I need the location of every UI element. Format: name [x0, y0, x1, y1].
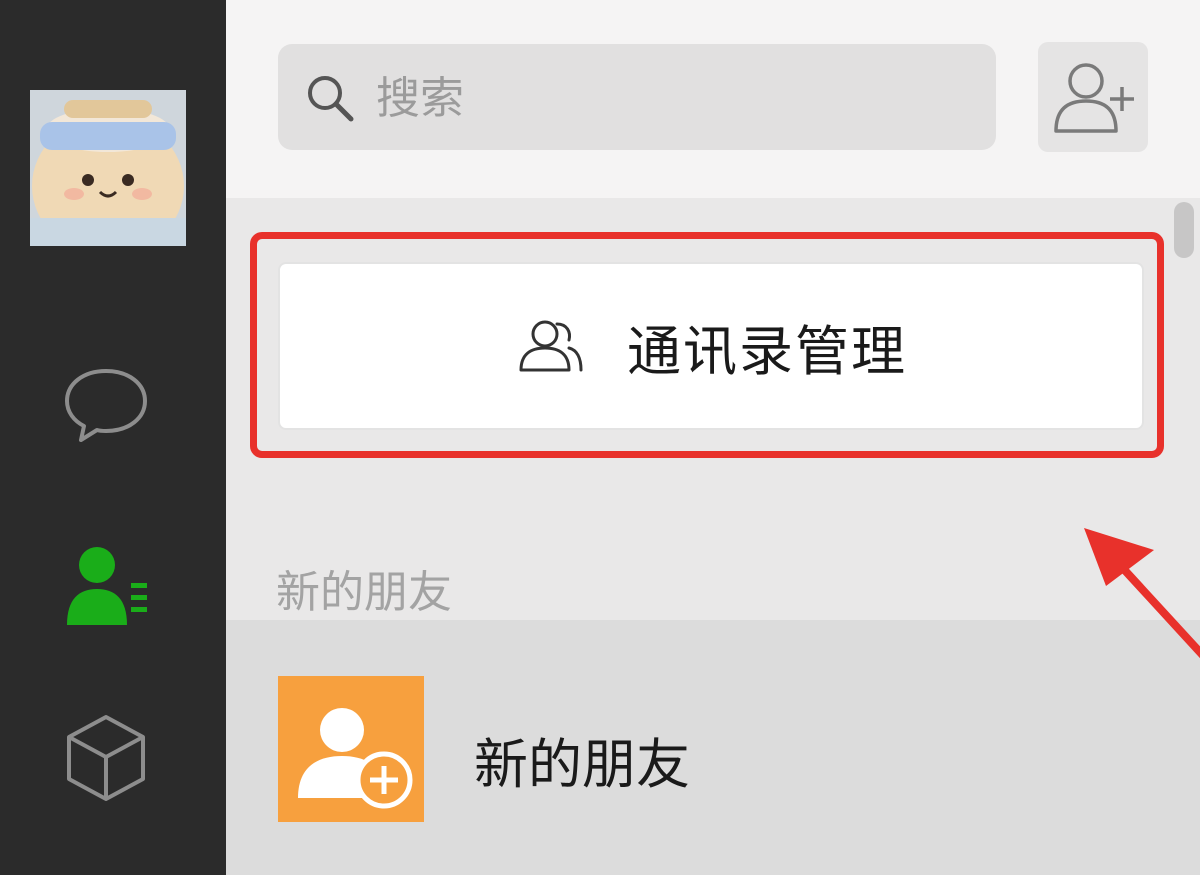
scrollbar-thumb[interactable]: [1174, 202, 1194, 258]
search-box[interactable]: [278, 44, 996, 150]
contacts-manage-label: 通讯录管理: [627, 319, 907, 383]
contacts-icon[interactable]: [56, 534, 156, 634]
contacts-manage-button[interactable]: 通讯录管理: [278, 262, 1144, 430]
contacts-panel: 通讯录管理 新的朋友 新的朋友: [226, 0, 1200, 875]
people-outline-icon: [519, 320, 583, 372]
user-avatar[interactable]: [30, 90, 186, 246]
chat-bubble-icon[interactable]: [56, 355, 156, 455]
add-contact-icon: [1054, 63, 1134, 133]
section-header-new-friends: 新的朋友: [276, 567, 452, 618]
add-contact-button[interactable]: [1038, 42, 1148, 152]
search-icon: [308, 76, 354, 122]
left-navigation: [0, 0, 226, 875]
list-item-new-friends[interactable]: 新的朋友: [226, 620, 1200, 875]
search-area: [226, 0, 1200, 198]
search-input[interactable]: [374, 64, 978, 132]
new-friend-icon: [278, 676, 424, 822]
list-item-label: 新的朋友: [474, 733, 690, 796]
cube-icon[interactable]: [56, 708, 156, 808]
wechat-window: 通讯录管理 新的朋友 新的朋友: [0, 0, 1200, 875]
